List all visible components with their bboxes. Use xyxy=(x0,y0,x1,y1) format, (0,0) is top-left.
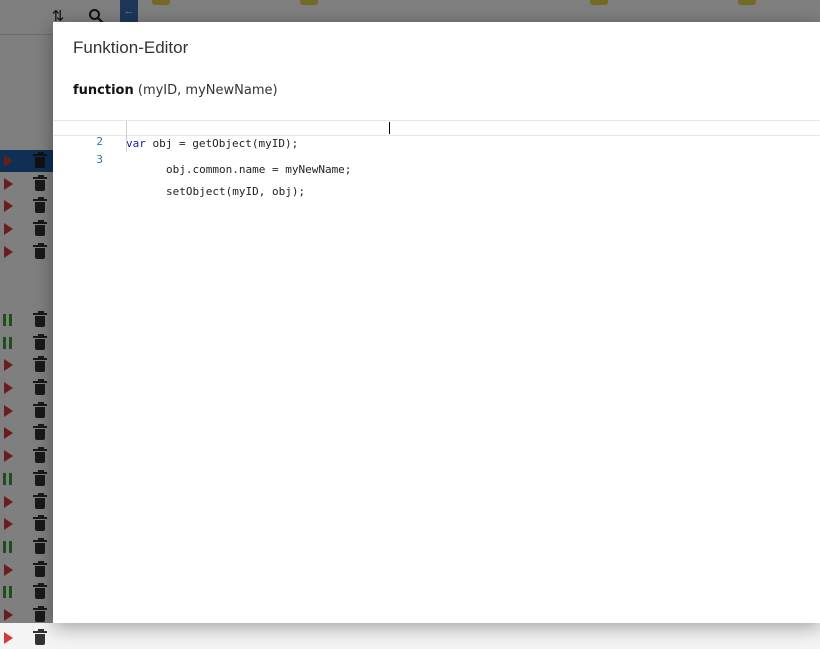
code-text[interactable]: setObject(myID, obj); xyxy=(166,184,305,200)
function-signature: function (myID, myNewName) xyxy=(73,83,278,98)
function-params: (myID, myNewName) xyxy=(137,83,278,98)
code-content: setObject(myID, obj); xyxy=(166,185,306,198)
line-number: 3 xyxy=(96,153,103,166)
script-row[interactable] xyxy=(0,627,60,649)
trash-icon[interactable] xyxy=(33,628,47,645)
function-editor-dialog: Funktion-Editor function (myID, myNewNam… xyxy=(53,22,820,623)
code-text[interactable]: obj.common.name = myNewName; xyxy=(166,163,351,177)
text-cursor xyxy=(389,122,390,134)
function-keyword: function xyxy=(73,83,134,98)
code-line-active[interactable]: 2 obj.common.name = myNewName; xyxy=(53,120,820,176)
indent-guide xyxy=(126,121,127,137)
code-line[interactable]: 1 var obj = getObject(myID); xyxy=(53,104,820,150)
dialog-title: Funktion-Editor xyxy=(73,38,189,57)
code-editor[interactable]: 1 var obj = getObject(myID); 2 obj.commo… xyxy=(53,104,820,198)
indent-guide xyxy=(126,136,127,152)
code-line[interactable]: 3 setObject(myID, obj); xyxy=(53,136,820,198)
play-icon[interactable] xyxy=(4,631,13,644)
code-content: obj.common.name = myNewName; xyxy=(166,163,352,176)
